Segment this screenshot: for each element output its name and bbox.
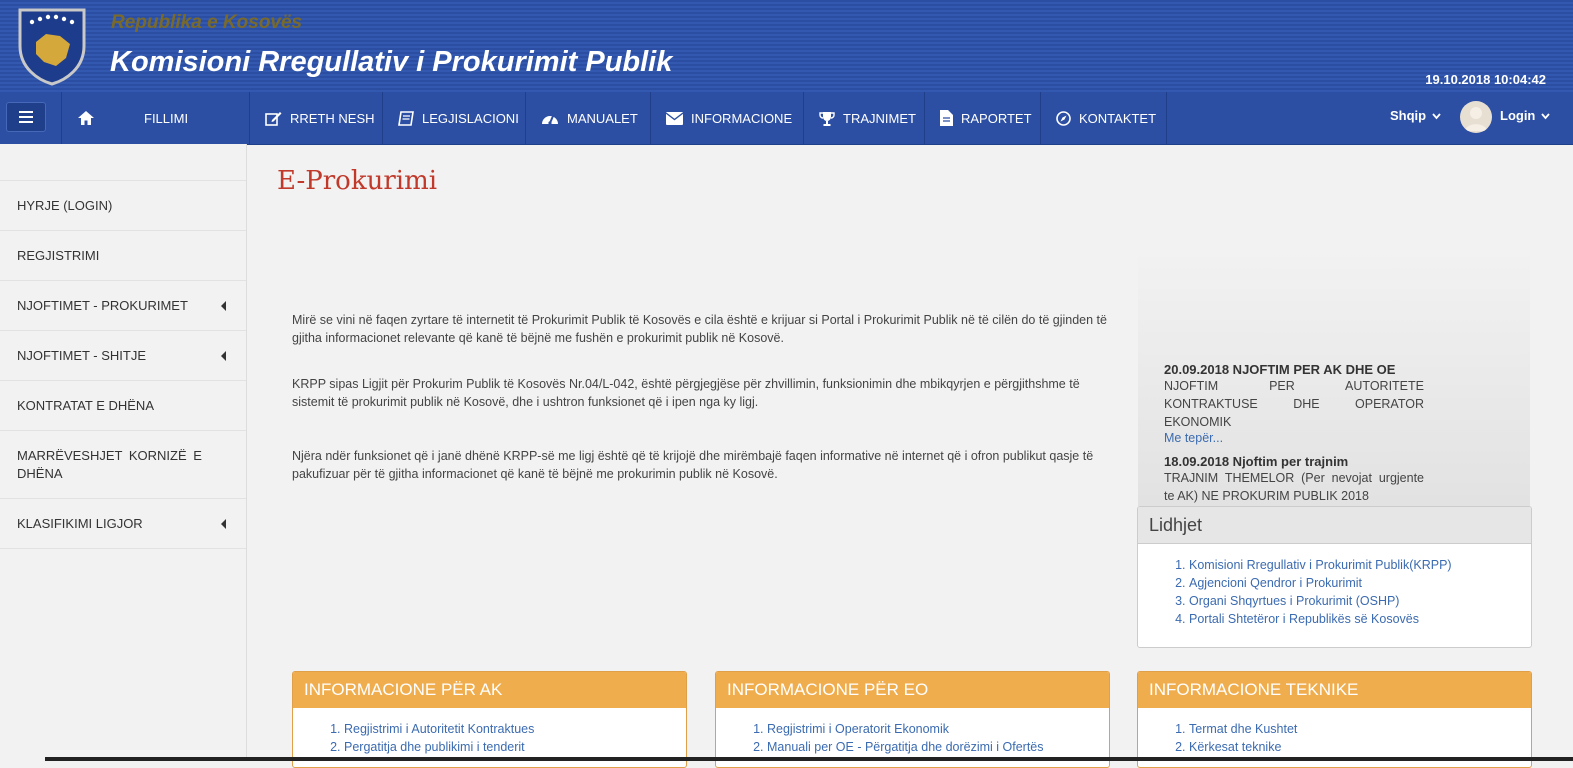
info-link[interactable]: Termat dhe Kushtet	[1189, 720, 1531, 738]
sidebar-item-label: KONTRATAT E DHËNA	[17, 398, 154, 413]
sidebar-item-label: MARRËVESHJET KORNIZË E DHËNA	[17, 447, 202, 481]
intro-paragraph: Mirë se vini në faqen zyrtare të interne…	[292, 313, 1107, 345]
caret-left-icon	[221, 518, 226, 529]
sidebar-item-sale-notices[interactable]: NJOFTIMET - SHITJE	[0, 330, 246, 380]
dashboard-icon	[542, 115, 558, 125]
agency-title: Komisioni Rregullativ i Prokurimit Publi…	[110, 46, 673, 78]
compass-icon	[1056, 110, 1071, 126]
language-label: Shqip	[1390, 108, 1427, 123]
caret-left-icon	[221, 350, 226, 361]
sidebar: HYRJE (LOGIN) REGJISTRIMI NJOFTIMET - PR…	[0, 144, 247, 761]
info-link[interactable]: Regjistrimi i Autoritetit Kontraktues	[344, 720, 686, 738]
page-title: E-Prokurimi	[277, 166, 438, 196]
nav-item-fillimi[interactable]: FILLIMI	[61, 92, 250, 144]
link-item[interactable]: Portali Shtetëror i Republikës së Kosovë…	[1189, 610, 1531, 628]
sidebar-item-label: REGJISTRIMI	[17, 248, 100, 263]
sidebar-item-login[interactable]: HYRJE (LOGIN)	[0, 180, 246, 230]
info-link[interactable]: Manuali per OE - Përgatitja dhe dorëzimi…	[767, 738, 1109, 756]
nav-item-label: TRAJNIMET	[843, 110, 916, 126]
page-bottom-edge	[45, 757, 1573, 761]
avatar[interactable]	[1460, 101, 1492, 133]
sidebar-item-label: HYRJE (LOGIN)	[17, 198, 113, 213]
user-icon	[1465, 107, 1487, 131]
info-link[interactable]: Kërkesat teknike	[1189, 738, 1531, 756]
nav-item-label: FILLIMI	[144, 110, 189, 126]
links-panel: Lidhjet Komisioni Rregullativ i Prokurim…	[1137, 506, 1532, 648]
news-body: TRAJNIM THEMELOR (Per nevojat urgjente t…	[1164, 471, 1424, 503]
caret-left-icon	[221, 300, 226, 311]
info-panel-title: INFORMACIONE PËR EO	[716, 672, 1109, 708]
kosovo-emblem-icon	[18, 8, 86, 86]
login-menu[interactable]: Login	[1500, 108, 1550, 123]
sidebar-item-registration[interactable]: REGJISTRIMI	[0, 230, 246, 280]
nav-item-informacione[interactable]: INFORMACIONE	[651, 92, 804, 144]
menu-toggle-button[interactable]	[6, 102, 46, 132]
current-datetime: 19.10.2018 10:04:42	[1425, 72, 1546, 87]
chevron-down-icon	[1432, 113, 1441, 120]
nav-item-rreth-nesh[interactable]: RRETH NESH	[250, 92, 383, 144]
nav-item-label: KONTAKTET	[1079, 110, 1157, 126]
sidebar-item-awarded-contracts[interactable]: KONTRATAT E DHËNA	[0, 380, 246, 430]
info-panel-title: INFORMACIONE PËR AK	[293, 672, 686, 708]
sidebar-item-framework-agreements[interactable]: MARRËVESHJET KORNIZË E DHËNA	[0, 430, 246, 498]
language-selector[interactable]: Shqip	[1390, 108, 1441, 123]
function-paragraph: Njëra ndër funksionet që i janë dhënë KR…	[292, 449, 1094, 481]
read-more-link[interactable]: Me tepër...	[1164, 431, 1424, 445]
nav-item-label: RAPORTET	[961, 110, 1032, 126]
main-navigation: FILLIMI RRETH NESH LEGJISLACIONI MANUALE…	[0, 92, 1573, 145]
site-header: Republika e Kosovës Komisioni Rregullati…	[0, 0, 1573, 92]
home-icon	[78, 111, 94, 125]
link-item[interactable]: Agjencioni Qendror i Prokurimit	[1189, 574, 1531, 592]
nav-item-label: LEGJISLACIONI	[422, 110, 519, 126]
info-link[interactable]: Regjistrimi i Operatorit Ekonomik	[767, 720, 1109, 738]
nav-item-kontaktet[interactable]: KONTAKTET	[1041, 92, 1167, 144]
book-icon	[398, 110, 414, 126]
login-label: Login	[1500, 108, 1536, 123]
nav-item-label: INFORMACIONE	[691, 110, 793, 126]
document-icon	[940, 110, 953, 126]
nav-item-legjislacioni[interactable]: LEGJISLACIONI	[383, 92, 526, 144]
news-title: 18.09.2018 Njoftim per trajnim	[1164, 454, 1349, 469]
sidebar-item-label: KLASIFIKIMI LIGJOR	[17, 516, 143, 531]
trophy-icon	[819, 111, 835, 126]
info-panel-ak: INFORMACIONE PËR AK Regjistrimi i Autori…	[292, 671, 687, 768]
link-item[interactable]: Komisioni Rregullativ i Prokurimit Publi…	[1189, 556, 1531, 574]
sidebar-item-label: NJOFTIMET - SHITJE	[17, 348, 147, 363]
sidebar-item-label: NJOFTIMET - PROKURIMET	[17, 298, 188, 313]
envelope-icon	[666, 111, 683, 125]
edit-icon	[265, 111, 282, 126]
nav-item-trajnimet[interactable]: TRAJNIMET	[804, 92, 925, 144]
info-panel-eo: INFORMACIONE PËR EO Regjistrimi i Operat…	[715, 671, 1110, 768]
news-item: 20.09.2018 NJOFTIM PER AK DHE OE NJOFTIM…	[1164, 362, 1424, 445]
sidebar-item-legal-classification[interactable]: KLASIFIKIMI LIGJOR	[0, 498, 246, 549]
republic-title: Republika e Kosovës	[111, 12, 303, 33]
links-panel-title: Lidhjet	[1138, 507, 1531, 544]
info-panel-technical: INFORMACIONE TEKNIKE Termat dhe Kushtet …	[1137, 671, 1532, 768]
info-panel-title: INFORMACIONE TEKNIKE	[1138, 672, 1531, 708]
info-link[interactable]: Pergatitja dhe publikimi i tenderit	[344, 738, 686, 756]
nav-item-label: RRETH NESH	[290, 110, 375, 126]
nav-item-label: MANUALET	[567, 110, 638, 126]
news-ticker: 20.09.2018 NJOFTIM PER AK DHE OE NJOFTIM…	[1138, 246, 1530, 506]
nav-item-manualet[interactable]: MANUALET	[526, 92, 651, 144]
krpp-paragraph: KRPP sipas Ligjit për Prokurim Publik të…	[292, 377, 1080, 409]
link-item[interactable]: Organi Shqyrtues i Prokurimit (OSHP)	[1189, 592, 1531, 610]
chevron-down-icon	[1541, 113, 1550, 120]
sidebar-item-procurement-notices[interactable]: NJOFTIMET - PROKURIMET	[0, 280, 246, 330]
news-title: 20.09.2018 NJOFTIM PER AK DHE OE	[1164, 362, 1396, 377]
hamburger-icon	[19, 111, 33, 123]
nav-item-raportet[interactable]: RAPORTET	[925, 92, 1041, 144]
news-item: 18.09.2018 Njoftim per trajnim TRAJNIM T…	[1164, 454, 1424, 505]
news-body: NJOFTIM PER AUTORITETE KONTRAKTUSE DHE O…	[1164, 379, 1424, 429]
